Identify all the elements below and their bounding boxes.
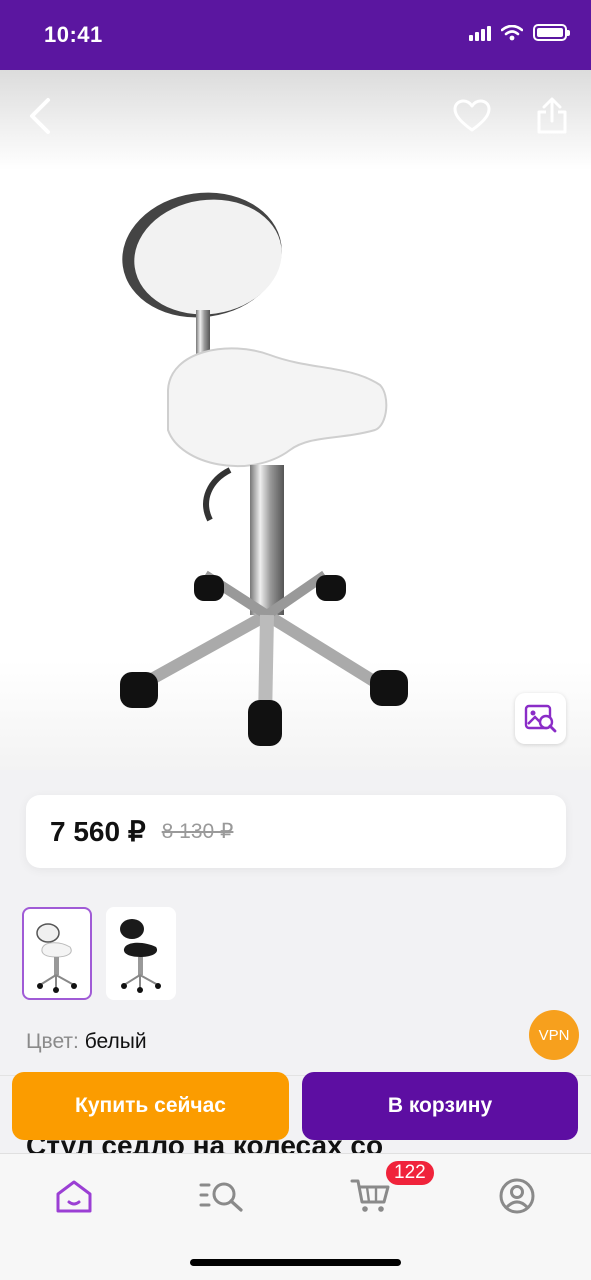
share-icon <box>537 97 567 134</box>
status-bar: 10:41 <box>0 0 591 70</box>
cart-icon <box>350 1179 390 1212</box>
variant-image <box>36 923 77 993</box>
home-icon <box>56 1180 92 1213</box>
wifi-icon <box>501 24 523 40</box>
heart-icon <box>453 99 491 132</box>
color-label: Цвет: <box>26 1030 79 1053</box>
add-to-cart-button[interactable]: В корзину <box>302 1072 578 1140</box>
visual-search-button[interactable] <box>515 693 566 744</box>
status-time: 10:41 <box>44 22 103 47</box>
tab-home[interactable] <box>49 1174 99 1218</box>
color-info: Цвет: белый <box>26 1030 147 1054</box>
tab-catalog[interactable] <box>197 1174 247 1218</box>
chevron-left-icon <box>30 98 50 134</box>
variant-thumbnail-black[interactable] <box>106 907 176 1000</box>
catalog-search-icon <box>199 1182 243 1212</box>
price-old: 8 130 ₽ <box>161 820 234 843</box>
price-current: 7 560 ₽ <box>50 816 146 847</box>
share-button[interactable] <box>530 94 574 138</box>
cart-count-badge: 122 <box>384 1159 436 1187</box>
battery-icon <box>533 24 570 41</box>
product-photo[interactable] <box>90 180 430 750</box>
variant-thumbnail-white[interactable] <box>22 907 92 1000</box>
status-icons <box>469 24 570 41</box>
profile-icon <box>499 1178 535 1214</box>
price-card: 7 560 ₽ 8 130 ₽ <box>26 795 566 868</box>
home-indicator <box>190 1259 401 1266</box>
signal-icon <box>469 25 491 41</box>
variant-image <box>120 919 161 993</box>
color-value: белый <box>84 1030 147 1053</box>
favorite-button[interactable] <box>450 94 494 138</box>
tab-profile[interactable] <box>492 1174 542 1218</box>
product-image-area <box>0 70 591 770</box>
back-button[interactable] <box>18 94 62 138</box>
vpn-badge[interactable]: VPN <box>529 1010 579 1060</box>
image-search-icon <box>524 704 556 732</box>
buy-now-button[interactable]: Купить сейчас <box>12 1072 289 1140</box>
